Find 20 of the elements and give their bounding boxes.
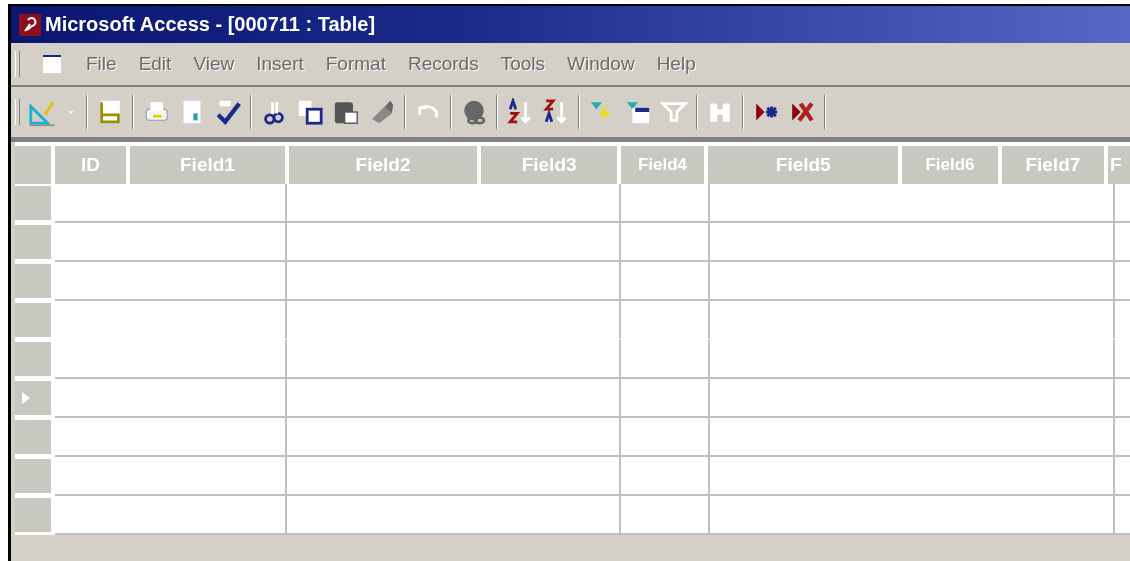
spelling-icon[interactable]	[214, 98, 242, 126]
app-icon	[19, 13, 41, 36]
copy-icon[interactable]	[296, 98, 324, 126]
sort-descending-icon[interactable]	[542, 98, 570, 126]
grip-handle[interactable]	[15, 99, 20, 125]
window-title: Microsoft Access - [000711 : Table]	[45, 13, 376, 36]
menu-item[interactable]: Records	[407, 53, 479, 75]
menu-item[interactable]: Format	[325, 53, 386, 75]
current-record-icon	[21, 391, 31, 405]
document-icon[interactable]	[42, 54, 62, 74]
menu-item[interactable]: Help	[656, 53, 696, 75]
menu-item[interactable]: File	[86, 53, 117, 75]
menu-item[interactable]: Tools	[500, 53, 546, 75]
menu-item[interactable]: Insert	[256, 53, 304, 75]
record-selector[interactable]	[15, 381, 51, 415]
menu-item[interactable]: View	[193, 53, 235, 75]
menu-item[interactable]: Window	[567, 53, 635, 75]
menu-item[interactable]: Edit	[138, 53, 172, 75]
grip-handle[interactable]	[15, 51, 20, 77]
sort-ascending-icon[interactable]	[506, 98, 534, 126]
